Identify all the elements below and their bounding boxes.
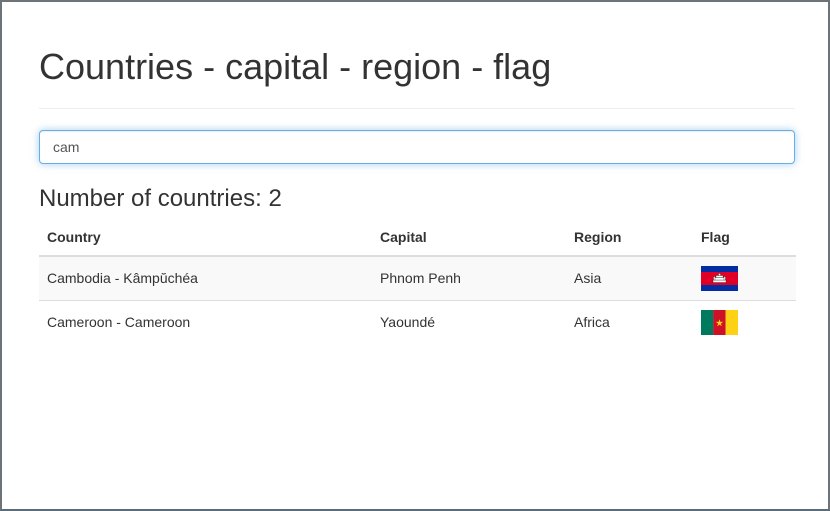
browser-frame: Countries - capital - region - flag Numb… (0, 0, 830, 511)
table-header: Country Capital Region Flag (39, 218, 796, 257)
country-cell: Cameroon - Cameroon (39, 299, 372, 344)
countries-table: Country Capital Region Flag Cambodia - K… (39, 218, 796, 344)
cameroon-flag-icon (701, 310, 738, 336)
table-header-row: Country Capital Region Flag (39, 218, 796, 257)
table-body: Cambodia - Kâmpŭchéa Phnom Penh Asia Cam… (39, 255, 796, 344)
country-count-heading: Number of countries: 2 (39, 185, 282, 213)
region-cell: Africa (566, 299, 693, 344)
title-divider (39, 108, 795, 109)
column-header-country[interactable]: Country (39, 218, 372, 257)
flag-cell (693, 299, 796, 344)
column-header-capital[interactable]: Capital (372, 218, 566, 257)
country-count-label: Number of countries: (39, 185, 269, 212)
capital-cell: Yaoundé (372, 299, 566, 344)
column-header-region[interactable]: Region (566, 218, 693, 257)
column-header-flag[interactable]: Flag (693, 218, 796, 257)
cambodia-flag-icon (701, 266, 738, 292)
flag-cell (693, 255, 796, 300)
search-input[interactable] (39, 130, 795, 164)
region-cell: Asia (566, 255, 693, 300)
table-row[interactable]: Cameroon - Cameroon Yaoundé Africa (39, 299, 796, 344)
page-title: Countries - capital - region - flag (39, 46, 552, 87)
country-cell: Cambodia - Kâmpŭchéa (39, 255, 372, 300)
country-count-value: 2 (268, 185, 282, 212)
table-row[interactable]: Cambodia - Kâmpŭchéa Phnom Penh Asia (39, 255, 796, 300)
capital-cell: Phnom Penh (372, 255, 566, 300)
